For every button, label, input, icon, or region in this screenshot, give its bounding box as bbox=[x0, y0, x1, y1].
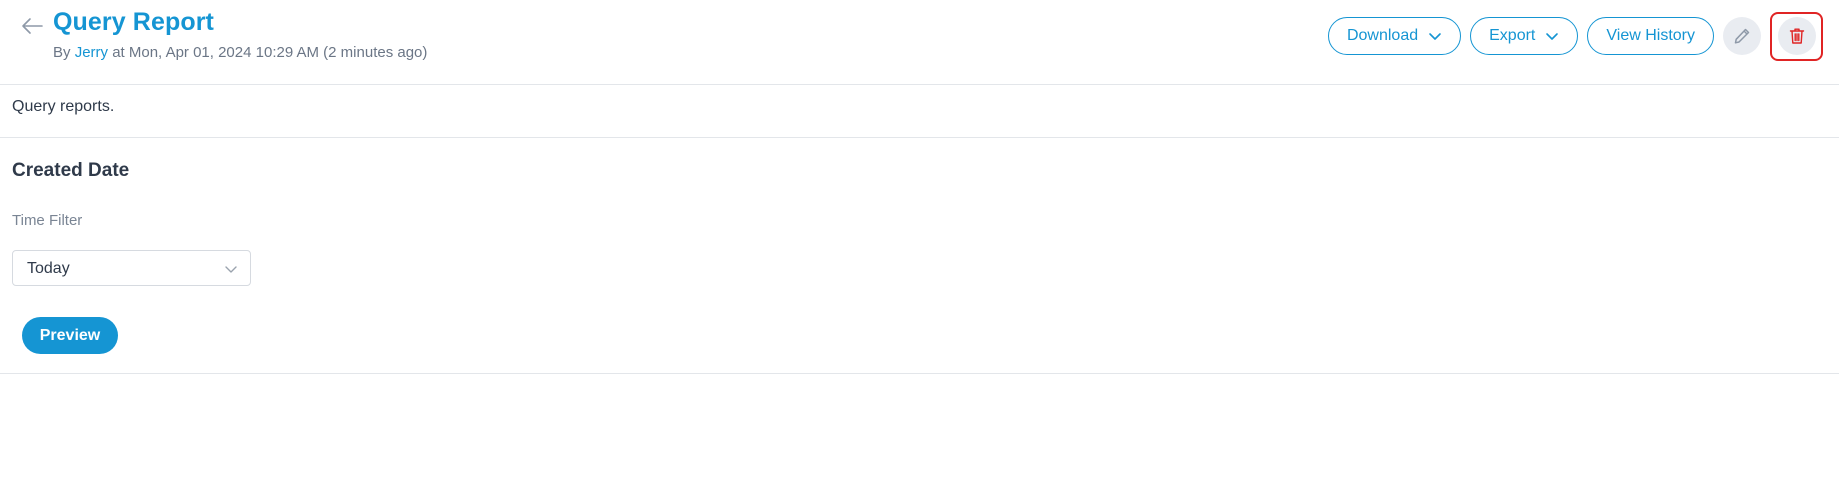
meta-prefix: By bbox=[53, 44, 75, 61]
page-title: Query Report bbox=[53, 8, 214, 36]
time-filter-label: Time Filter bbox=[12, 212, 83, 229]
divider bbox=[0, 373, 1839, 374]
delete-button[interactable] bbox=[1777, 17, 1816, 55]
header-actions: Download Export View History bbox=[1327, 11, 1823, 61]
report-header: Query Report By Jerry at Mon, Apr 01, 20… bbox=[0, 0, 1839, 85]
chevron-down-icon bbox=[1429, 33, 1441, 40]
back-arrow-icon[interactable] bbox=[20, 16, 44, 36]
time-filter-value: Today bbox=[27, 260, 70, 277]
report-description: Query reports. bbox=[12, 98, 115, 115]
time-filter-select[interactable]: Today bbox=[12, 250, 251, 286]
preview-button[interactable]: Preview bbox=[22, 317, 118, 354]
section-title: Created Date bbox=[12, 160, 130, 181]
report-page: Query Report By Jerry at Mon, Apr 01, 20… bbox=[0, 0, 1839, 487]
export-label: Export bbox=[1489, 27, 1536, 44]
chevron-down-icon bbox=[225, 266, 237, 273]
chevron-down-icon bbox=[1546, 33, 1559, 40]
export-button[interactable]: Export bbox=[1470, 17, 1579, 55]
author-link[interactable]: Jerry bbox=[75, 44, 108, 61]
edit-button[interactable] bbox=[1723, 17, 1761, 55]
view-history-button[interactable]: View History bbox=[1587, 17, 1714, 55]
divider bbox=[0, 137, 1839, 138]
download-label: Download bbox=[1346, 27, 1419, 44]
delete-button-highlight bbox=[1770, 11, 1823, 61]
report-meta: By Jerry at Mon, Apr 01, 2024 10:29 AM (… bbox=[53, 44, 427, 61]
pencil-icon bbox=[1734, 28, 1750, 44]
trash-icon bbox=[1789, 28, 1804, 44]
meta-timestamp: at Mon, Apr 01, 2024 10:29 AM (2 minutes… bbox=[108, 44, 428, 61]
download-button[interactable]: Download bbox=[1327, 17, 1462, 55]
